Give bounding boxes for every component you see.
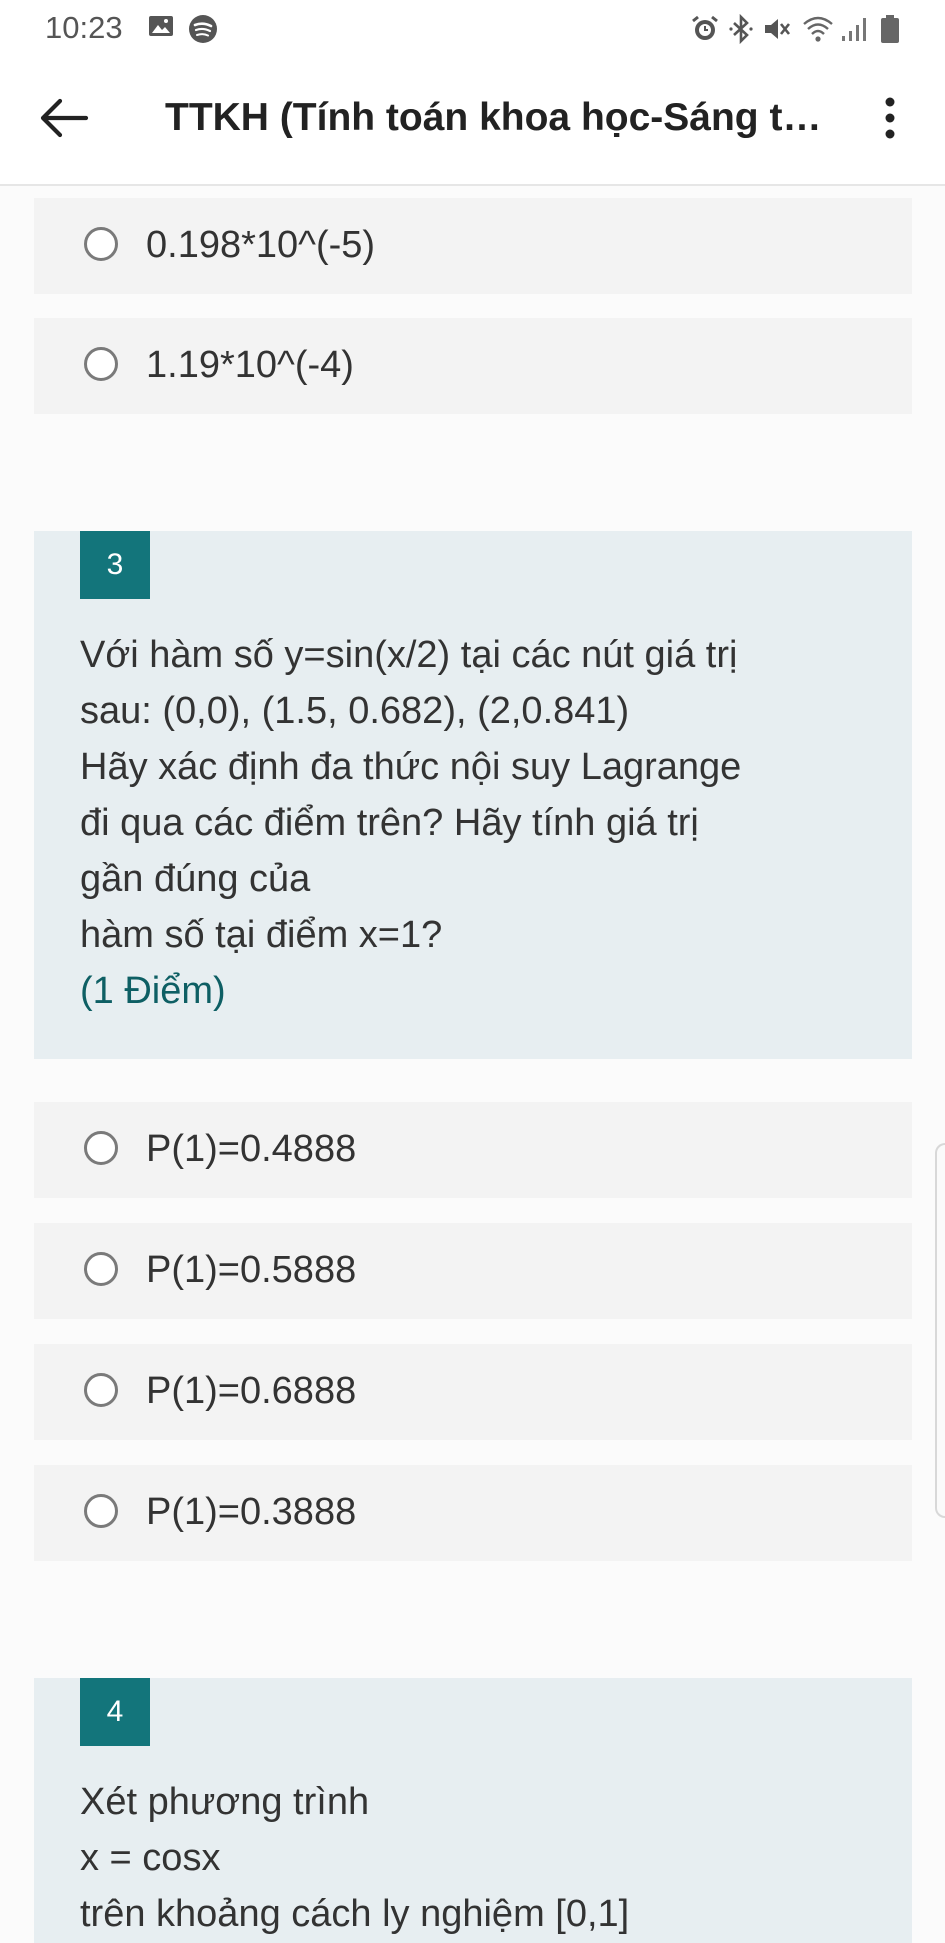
page-title: TTKH (Tính toán khoa học-Sáng th... [165, 96, 825, 139]
wifi-icon [802, 14, 834, 49]
question-text: Xét phương trình x = cosx trên khoảng cá… [80, 1774, 880, 1942]
question-text: Với hàm số y=sin(x/2) tại các nút giá tr… [80, 627, 880, 1019]
radio-button[interactable] [84, 1373, 118, 1407]
mute-icon [762, 14, 792, 49]
more-vertical-icon [885, 97, 895, 139]
spotify-icon [188, 14, 218, 49]
answer-option[interactable]: 1.19*10^(-4) [34, 318, 912, 414]
question-card: 3 Với hàm số y=sin(x/2) tại các nút giá … [34, 531, 912, 1059]
question-card: 4 Xét phương trình x = cosx trên khoảng … [34, 1678, 912, 1943]
app-bar: TTKH (Tính toán khoa học-Sáng th... [0, 56, 945, 186]
question-line: gần đúng của [80, 858, 311, 900]
option-label: P(1)=0.3888 [146, 1491, 357, 1533]
radio-button[interactable] [84, 1131, 118, 1165]
radio-button[interactable] [84, 1252, 118, 1286]
radio-button[interactable] [84, 1494, 118, 1528]
answer-option[interactable]: P(1)=0.3888 [34, 1465, 912, 1561]
question-points: (1 Điểm) [80, 970, 226, 1012]
question-line: sau: (0,0), (1.5, 0.682), (2,0.841) [80, 690, 630, 732]
arrow-left-icon [40, 98, 89, 138]
option-label: P(1)=0.4888 [146, 1128, 357, 1170]
back-button[interactable] [38, 96, 90, 140]
option-label: 0.198*10^(-5) [146, 224, 376, 266]
question-number: 3 [80, 531, 150, 599]
answer-option[interactable]: P(1)=0.5888 [34, 1223, 912, 1319]
status-bar: 10:23 [0, 0, 945, 56]
question-line: Hãy xác định đa thức nội suy Lagrange [80, 746, 742, 788]
question-line: hàm số tại điểm x=1? [80, 914, 443, 956]
question-line: đi qua các điểm trên? Hãy tính giá trị [80, 802, 699, 844]
question-line: trên khoảng cách ly nghiệm [0,1] [80, 1893, 630, 1935]
question-line: Với hàm số y=sin(x/2) tại các nút giá tr… [80, 634, 738, 676]
answer-option[interactable]: 0.198*10^(-5) [34, 198, 912, 294]
form-screen: 10:23 TTKH (Tính toán khoa học-Sáng th..… [0, 0, 945, 1943]
answer-option[interactable]: P(1)=0.4888 [34, 1102, 912, 1198]
scrollbar[interactable] [935, 1143, 945, 1518]
bluetooth-icon [728, 13, 754, 49]
question-line: Xét phương trình [80, 1781, 370, 1823]
status-time: 10:23 [45, 10, 123, 45]
radio-button[interactable] [84, 347, 118, 381]
option-label: P(1)=0.5888 [146, 1249, 357, 1291]
battery-icon [880, 14, 900, 49]
option-label: 1.19*10^(-4) [146, 344, 354, 386]
signal-icon [840, 14, 870, 49]
question-number: 4 [80, 1678, 150, 1746]
answer-option[interactable]: P(1)=0.6888 [34, 1344, 912, 1440]
image-icon [148, 14, 174, 43]
option-label: P(1)=0.6888 [146, 1370, 357, 1412]
alarm-icon [690, 14, 720, 49]
more-options-button[interactable] [870, 94, 910, 142]
radio-button[interactable] [84, 227, 118, 261]
question-line: x = cosx [80, 1837, 221, 1879]
